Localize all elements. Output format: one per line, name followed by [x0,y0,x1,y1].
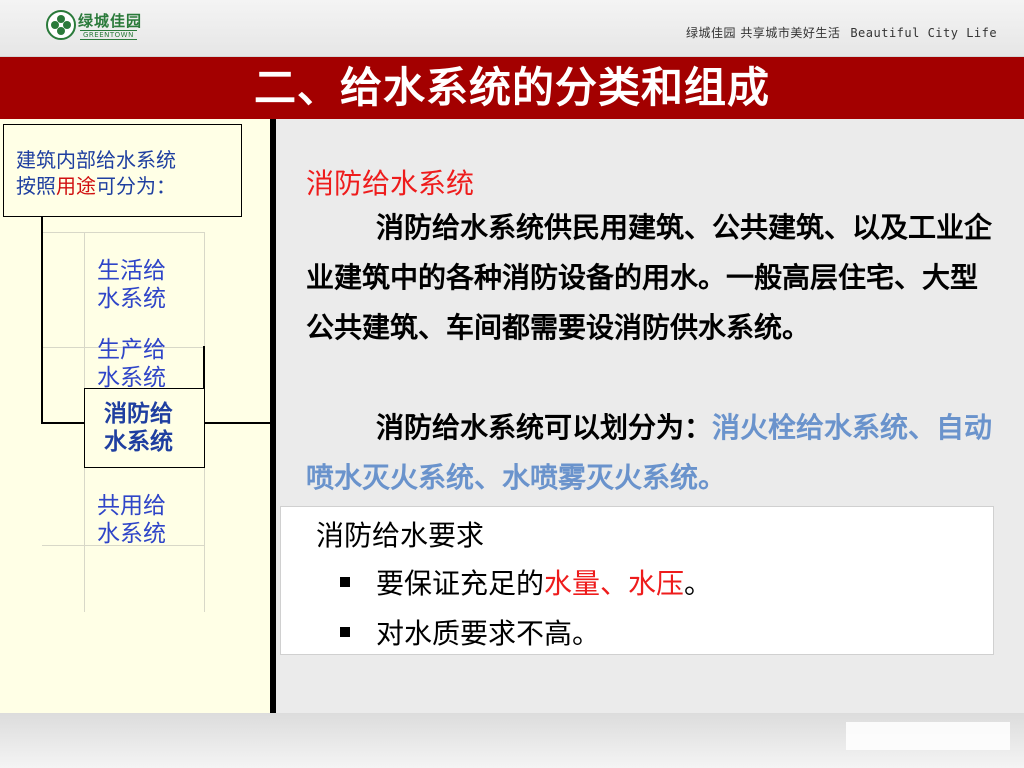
slogan-english: Beautiful City Life [850,26,998,40]
requirement-item: 要保证充足的水量、水压。 [340,562,712,602]
grid-line [42,232,204,233]
connector-line [205,422,270,424]
category-fire-line1: 消防给 [104,401,173,427]
category-shared-line1: 共用给 [97,493,166,519]
intro-line-2-before: 按照 [16,174,56,198]
connector-line [41,422,84,424]
category-shared: 共用给 水系统 [97,492,166,548]
category-fire-line2: 水系统 [104,429,173,455]
section-subtitle: 消防给水系统 [306,167,475,200]
greentown-logo: 绿城佳园 GREENTOWN [46,8,146,44]
description-paragraph: 消防给水系统供民用建筑、公共建筑、以及工业企业建筑中的各种消防设备的用水。一般高… [306,203,996,353]
category-domestic-line2: 水系统 [97,286,166,312]
intro-line-2-after: 可分为： [96,174,176,198]
connector-line [41,217,43,424]
title-band: 二、给水系统的分类和组成 [0,57,1024,119]
requirement-1-after: 。 [684,567,713,600]
logo-chinese-text: 绿城佳园 [78,12,143,30]
category-fire-box: 消防给 水系统 [84,388,205,468]
slide-title: 二、给水系统的分类和组成 [253,63,770,112]
requirement-2: 对水质要求不高。 [376,617,601,650]
classification-intro-box: 建筑内部给水系统 按照用途可分为： [3,124,242,217]
connector-line [203,346,205,388]
intro-line-1: 建筑内部给水系统 [16,148,176,172]
square-bullet-icon [340,577,350,587]
category-shared-line2: 水系统 [97,521,166,547]
requirement-item: 对水质要求不高。 [340,612,600,652]
header-bar: 绿城佳园 GREENTOWN 绿城佳园 共享城市美好生活 Beautiful Ci… [0,0,1024,57]
description-text: 消防给水系统供民用建筑、公共建筑、以及工业企业建筑中的各种消防设备的用水。一般高… [306,211,993,344]
footer-corner-patch [846,722,1010,750]
classification-paragraph: 消防给水系统可以划分为：消火栓给水系统、自动喷水灭火系统、水喷雾灭火系统。 [306,403,996,503]
category-fire: 消防给 水系统 [104,400,173,456]
category-production: 生产给 水系统 [97,336,166,392]
classification-intro-text: 建筑内部给水系统 按照用途可分为： [16,147,176,199]
requirement-1-before: 要保证充足的 [376,567,545,600]
classification-lead: 消防给水系统可以划分为： [376,411,713,444]
intro-line-2: 按照用途可分为： [16,173,176,199]
header-slogan: 绿城佳园 共享城市美好生活 Beautiful City Life [686,24,997,41]
requirements-title: 消防给水要求 [316,519,485,552]
category-production-line1: 生产给 [97,337,166,363]
clover-logo-icon [46,10,76,40]
requirement-1-highlight: 水量、水压 [544,567,685,600]
logo-english-text: GREENTOWN [80,30,137,40]
slogan-chinese: 绿城佳园 共享城市美好生活 [686,26,841,40]
intro-emphasis: 用途 [56,174,96,198]
category-domestic-line1: 生活给 [97,258,166,284]
square-bullet-icon [340,627,350,637]
category-domestic: 生活给 水系统 [97,257,166,313]
